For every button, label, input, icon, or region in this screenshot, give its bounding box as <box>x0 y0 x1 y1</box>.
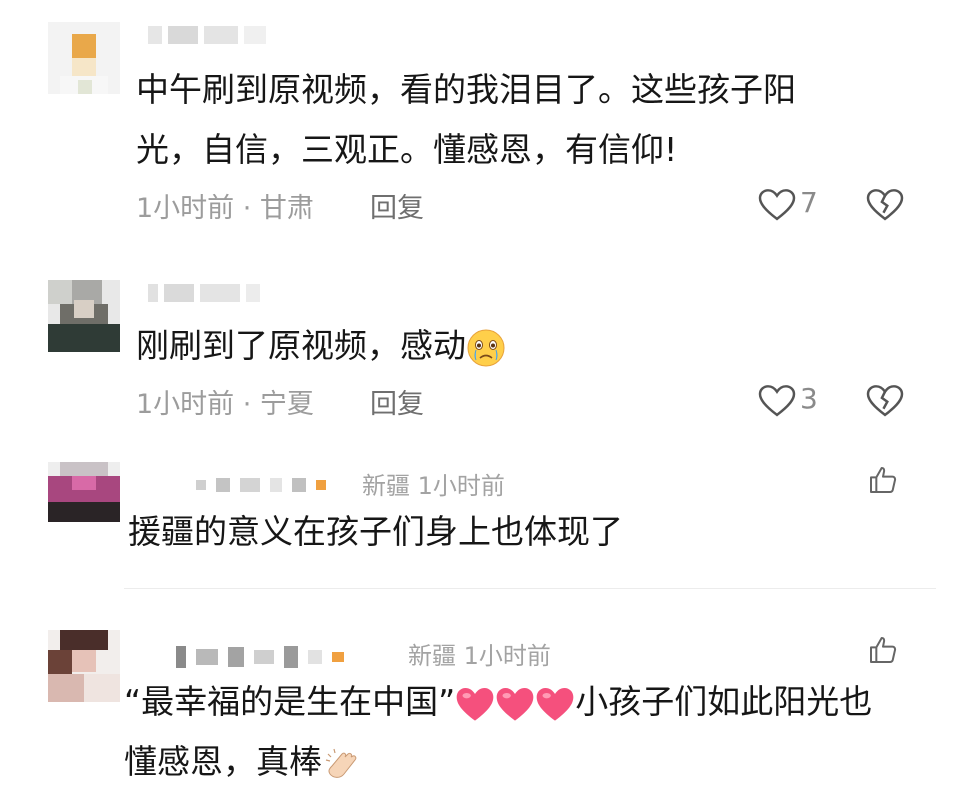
crying-face-emoji <box>467 329 505 366</box>
thumbs-up-icon[interactable] <box>866 634 900 666</box>
clapping-hands-emoji <box>325 748 357 778</box>
comment-text-line: 光，自信，三观正。懂感恩，有信仰! <box>136 130 678 169</box>
comment-location-time: 新疆 1小时前 <box>362 472 505 500</box>
avatar[interactable] <box>48 22 120 94</box>
comment-text-end: 懂感恩，真棒 <box>124 742 322 781</box>
divider <box>124 588 936 589</box>
thumbs-up-icon[interactable] <box>866 464 900 496</box>
pink-heart-emoji <box>536 687 574 721</box>
heart-outline-icon[interactable] <box>758 384 796 418</box>
comment-text: 中午刷到原视频，看的我泪目了。这些孩子阳 光，自信，三观正。懂感恩，有信仰! <box>136 60 796 180</box>
comment-text: 援疆的意义在孩子们身上也体现了 <box>128 512 623 551</box>
avatar[interactable] <box>48 462 120 522</box>
pink-heart-emoji <box>456 687 494 721</box>
like-count: 7 <box>800 186 818 219</box>
comment-text: 刚刷到了原视频，感动 <box>136 316 506 376</box>
comment-quote: “最幸福的是生在中国” <box>124 682 456 721</box>
comment-time-location: 1小时前 · 宁夏 <box>136 389 314 420</box>
comment-text-line: 懂感恩，真棒 <box>124 732 872 792</box>
heart-outline-icon[interactable] <box>758 188 796 222</box>
broken-heart-icon[interactable] <box>866 384 904 418</box>
comment-text-line: “最幸福的是生在中国” 小孩子们如此阳光也 <box>124 672 872 732</box>
broken-heart-icon[interactable] <box>866 188 904 222</box>
username-blurred[interactable] <box>148 24 266 46</box>
pink-heart-emoji <box>496 687 534 721</box>
comment-text-line: 中午刷到原视频，看的我泪目了。这些孩子阳 <box>136 70 796 109</box>
comment-location-time: 新疆 1小时前 <box>408 642 551 670</box>
username-blurred[interactable] <box>176 646 344 668</box>
avatar[interactable] <box>48 630 120 702</box>
comment-text-line: 刚刷到了原视频，感动 <box>136 326 466 365</box>
username-blurred[interactable] <box>148 282 260 304</box>
username-blurred[interactable] <box>196 474 326 496</box>
comment-time-location: 1小时前 · 甘肃 <box>136 193 314 224</box>
like-count: 3 <box>800 382 818 415</box>
reply-button[interactable]: 回复 <box>370 186 424 225</box>
comment-text: “最幸福的是生在中国” 小孩子们如此阳光也 懂感恩，真棒 <box>124 672 872 792</box>
comment-text-rest: 小孩子们如此阳光也 <box>575 682 873 721</box>
reply-button[interactable]: 回复 <box>370 382 424 421</box>
avatar[interactable] <box>48 280 120 352</box>
